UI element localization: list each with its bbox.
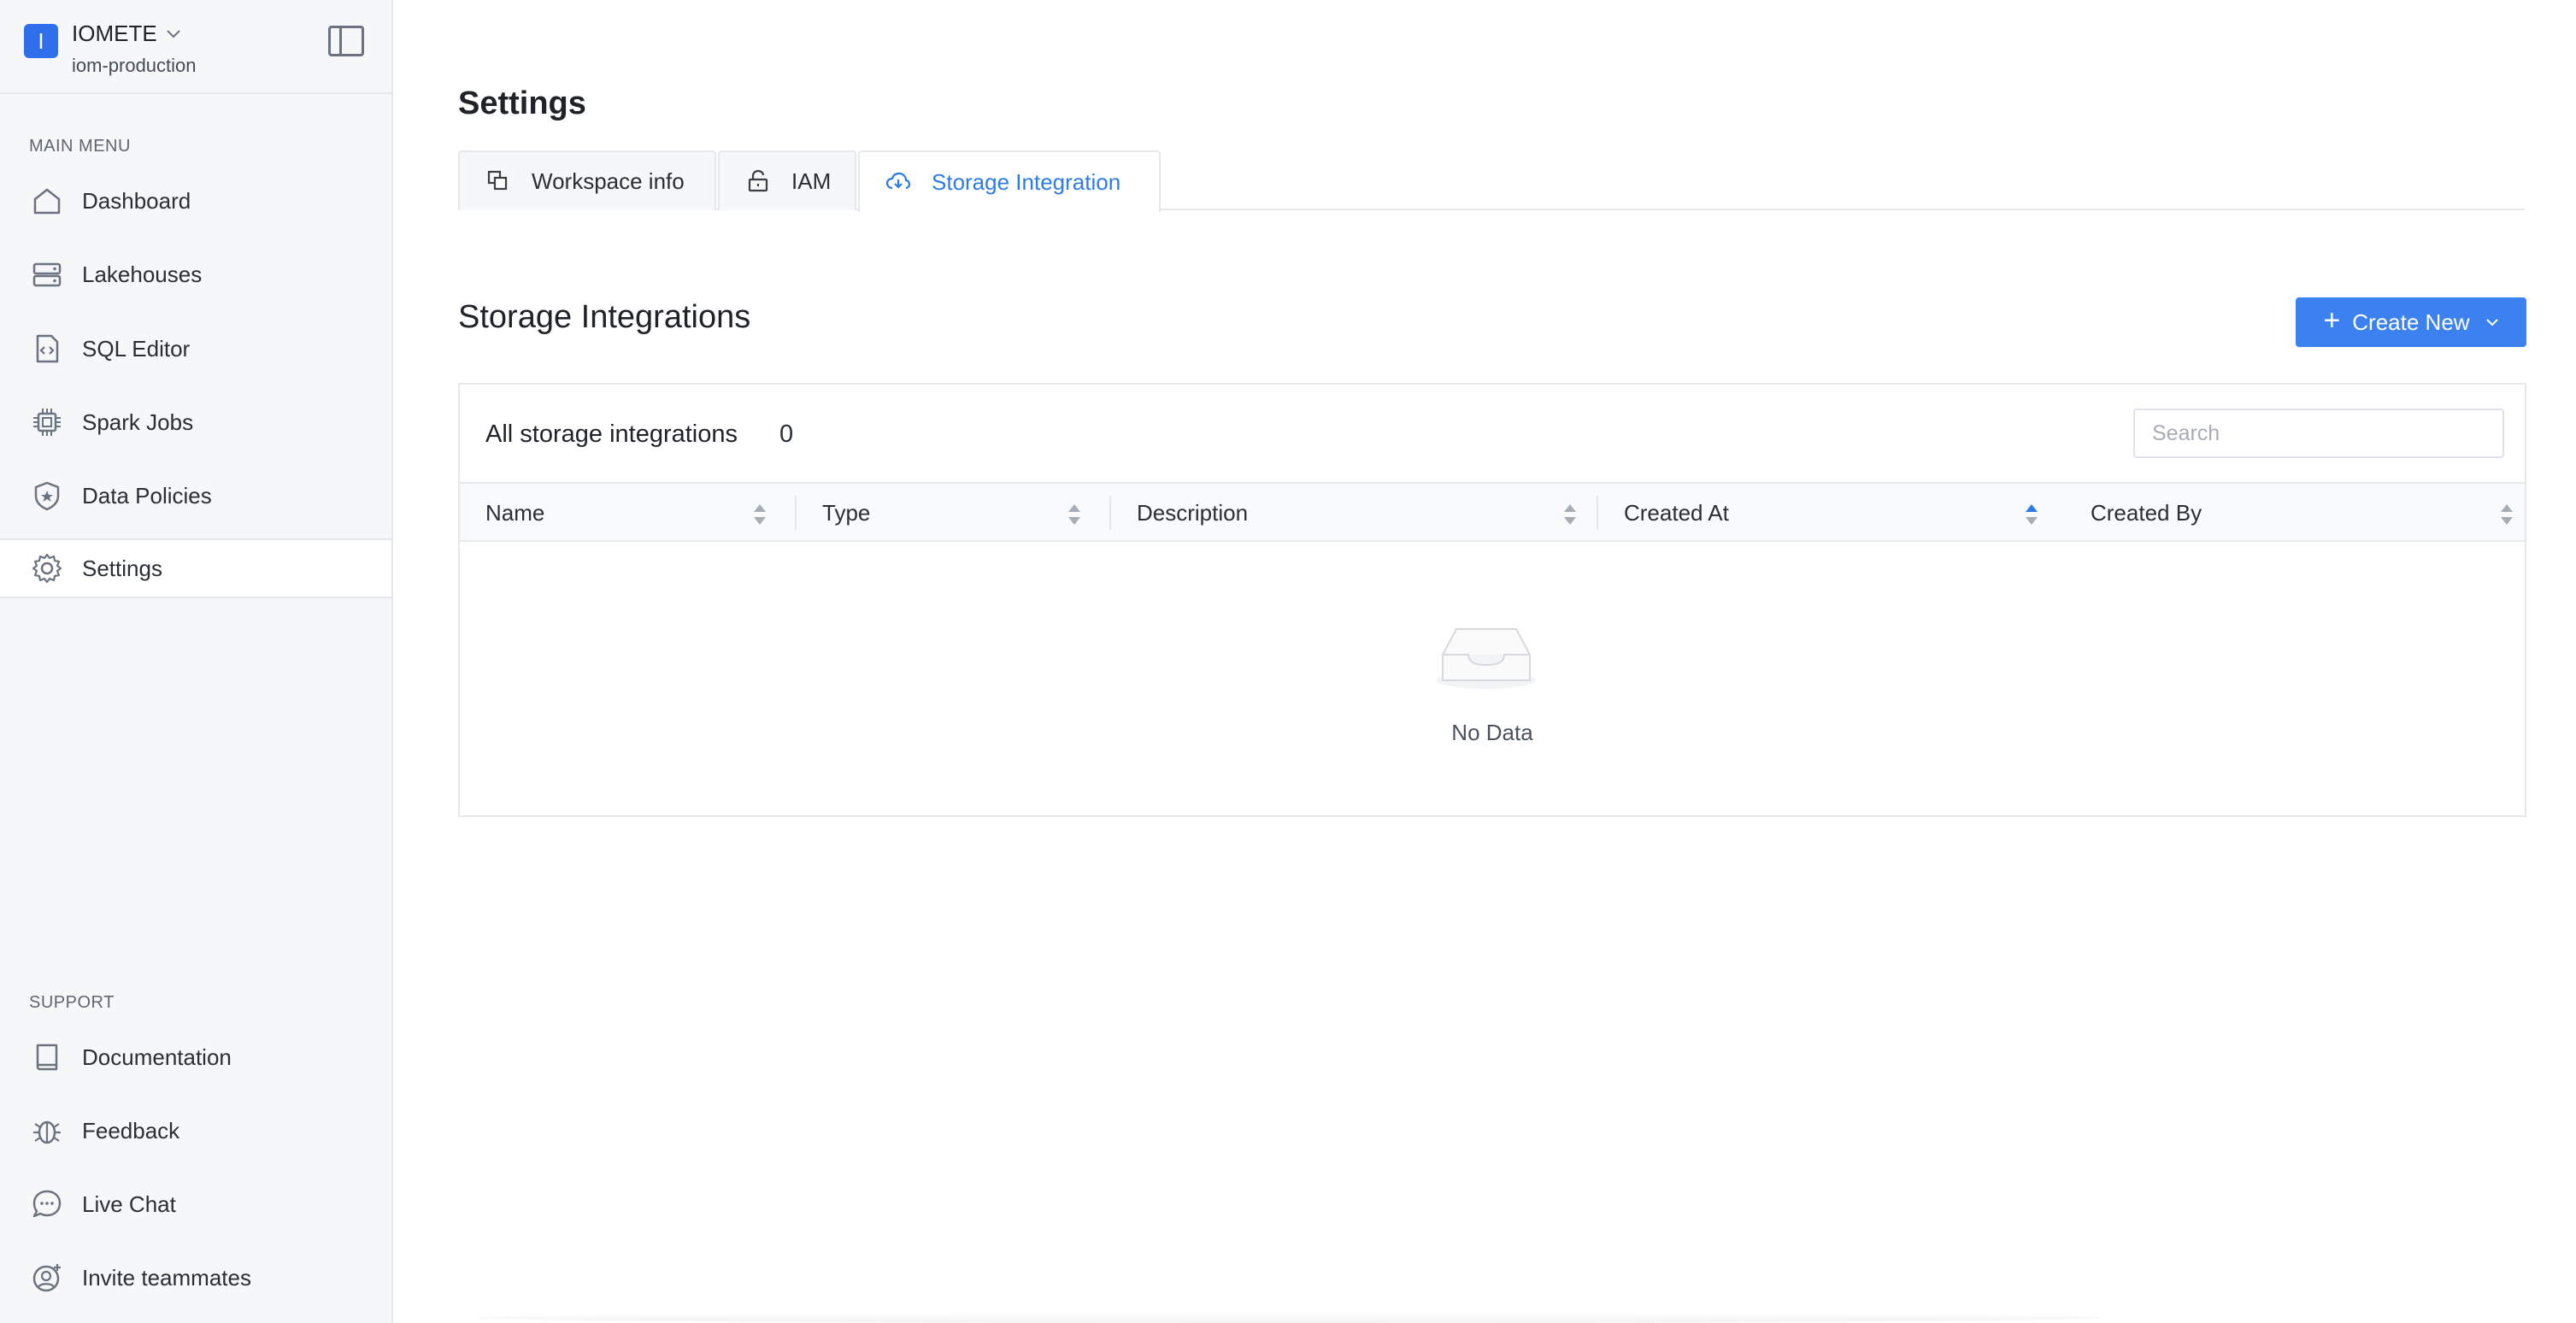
tab-label: IAM xyxy=(791,168,832,194)
column-label: Description xyxy=(1137,499,1249,526)
tab-label: Workspace info xyxy=(532,168,685,194)
sidebar-item-documentation[interactable]: Documentation xyxy=(0,1027,391,1087)
sidebar: I IOMETE iom-production MAIN MENU Dashbo… xyxy=(0,0,393,1323)
tab-storage-integration[interactable]: Storage Integration xyxy=(858,150,1161,212)
create-new-label: Create New xyxy=(2352,309,2470,335)
storage-integrations-card: All storage integrations 0 Name Type Des… xyxy=(458,383,2526,817)
plus-icon: + xyxy=(2323,304,2341,337)
sidebar-item-sql-editor[interactable]: SQL Editor xyxy=(0,319,391,379)
bottom-shadow xyxy=(479,1313,2103,1323)
sidebar-item-label: Documentation xyxy=(82,1044,232,1070)
column-label: Type xyxy=(822,499,871,526)
workspace-subtitle: iom-production xyxy=(72,55,197,76)
sidebar-item-spark-jobs[interactable]: Spark Jobs xyxy=(0,392,391,452)
table-header: Name Type Description Created At Created… xyxy=(460,482,2525,542)
column-header-description[interactable]: Description xyxy=(1137,484,1248,542)
sidebar-item-label: Feedback xyxy=(82,1117,180,1144)
copy-icon xyxy=(485,168,511,194)
home-icon xyxy=(31,185,63,217)
sidebar-item-label: Settings xyxy=(82,555,162,581)
sidebar-item-lakehouses[interactable]: Lakehouses xyxy=(0,244,391,304)
bug-icon xyxy=(31,1114,63,1147)
chip-icon xyxy=(31,406,63,438)
column-label: Name xyxy=(485,499,545,526)
column-header-type[interactable]: Type xyxy=(822,484,870,542)
column-header-name[interactable]: Name xyxy=(485,484,544,542)
workspace-name[interactable]: IOMETE xyxy=(72,21,181,47)
chevron-down-icon xyxy=(166,29,180,38)
sidebar-item-label: Spark Jobs xyxy=(82,409,194,435)
code-file-icon xyxy=(31,332,63,365)
lock-icon xyxy=(745,168,771,194)
user-add-icon xyxy=(31,1261,63,1294)
tab-workspace-info[interactable]: Workspace info xyxy=(458,150,716,210)
chevron-down-icon xyxy=(2485,319,2498,326)
sidebar-collapse-icon[interactable] xyxy=(328,26,364,56)
workspace-switcher[interactable]: I IOMETE iom-production xyxy=(0,0,391,94)
server-icon xyxy=(31,258,63,291)
sidebar-item-label: Live Chat xyxy=(82,1191,176,1217)
sidebar-item-live-chat[interactable]: Live Chat xyxy=(0,1174,391,1234)
section-title: Storage Integrations xyxy=(458,299,751,335)
gear-icon xyxy=(31,552,63,585)
column-header-created-at[interactable]: Created At xyxy=(1624,484,1729,542)
workspace-logo: I xyxy=(24,24,58,58)
sidebar-item-label: SQL Editor xyxy=(82,335,191,362)
card-title: All storage integrations xyxy=(485,420,738,448)
sort-icon[interactable] xyxy=(1564,504,1576,525)
chat-icon xyxy=(31,1188,63,1220)
page-title: Settings xyxy=(458,85,586,121)
count-badge: 0 xyxy=(779,420,794,448)
sidebar-item-label: Lakehouses xyxy=(82,261,203,287)
sidebar-item-data-policies[interactable]: Data Policies xyxy=(0,466,391,526)
sidebar-item-dashboard[interactable]: Dashboard xyxy=(0,171,391,231)
sort-ascending-icon[interactable] xyxy=(2026,504,2038,525)
sidebar-item-invite-teammates[interactable]: Invite teammates xyxy=(0,1248,391,1308)
sidebar-item-label: Dashboard xyxy=(82,187,191,214)
search-input[interactable] xyxy=(2133,409,2504,458)
cloud-download-icon xyxy=(885,169,911,195)
sidebar-item-label: Data Policies xyxy=(82,482,212,509)
sort-icon[interactable] xyxy=(1068,504,1080,525)
workspace-name-text: IOMETE xyxy=(72,21,157,46)
main-menu-label: MAIN MENU xyxy=(29,137,131,156)
book-icon xyxy=(31,1041,63,1073)
column-label: Created By xyxy=(2091,499,2203,526)
tab-iam[interactable]: IAM xyxy=(718,150,856,210)
column-header-created-by[interactable]: Created By xyxy=(2091,484,2202,542)
create-new-button[interactable]: + Create New xyxy=(2296,297,2526,347)
settings-tabs: Workspace info IAM Storage Integration xyxy=(458,150,2525,212)
sort-icon[interactable] xyxy=(754,504,766,525)
empty-inbox-icon xyxy=(1437,628,1536,689)
sort-icon[interactable] xyxy=(2501,504,2513,525)
sidebar-item-label: Invite teammates xyxy=(82,1264,251,1291)
shield-star-icon xyxy=(31,479,63,512)
empty-state-text: No Data xyxy=(1451,720,1533,745)
sidebar-item-settings[interactable]: Settings xyxy=(0,538,391,598)
support-label: SUPPORT xyxy=(29,993,115,1012)
tab-label: Storage Integration xyxy=(932,168,1121,195)
column-label: Created At xyxy=(1624,499,1729,526)
sidebar-item-feedback[interactable]: Feedback xyxy=(0,1101,391,1161)
